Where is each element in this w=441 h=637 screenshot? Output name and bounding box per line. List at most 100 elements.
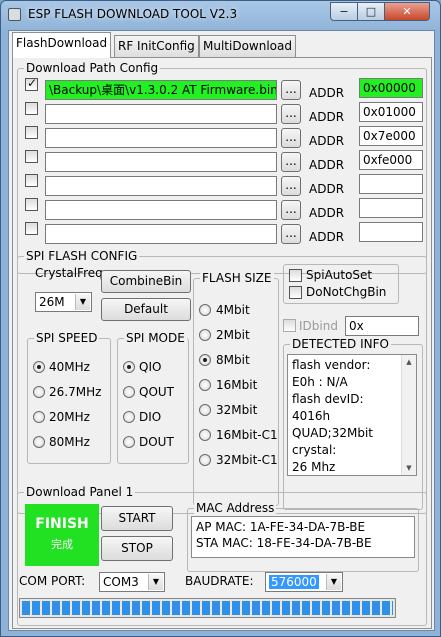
radio-spi-mode-qio[interactable] [123,361,135,373]
stop-button[interactable]: STOP [101,536,173,561]
idbind-checkbox[interactable] [283,319,296,332]
detected-info-title: DETECTED INFO [290,337,391,351]
path-checkbox-7[interactable] [25,222,38,235]
do-not-chg-bin-label: DoNotChgBin [306,285,387,299]
flash-size-title: FLASH SIZE [200,271,274,285]
tab-rf-init-config[interactable]: RF InitConfig [114,35,199,57]
browse-button-3[interactable]: ... [281,128,301,148]
info-scrollbar[interactable]: ▲ ▼ [401,355,416,475]
radio-flash-32mbit-c1[interactable] [199,454,211,466]
radio-flash-16mbit[interactable] [199,379,211,391]
path-checkbox-6[interactable] [25,198,38,211]
crystal-freq-label: CrystalFreq [35,266,103,280]
radio-spi-speed-20mhz[interactable] [33,411,45,423]
title-bar[interactable]: ESP FLASH DOWNLOAD TOOL V2.3 − □ ✕ [1,1,440,29]
spi-flash-config-title: SPI FLASH CONFIG [24,249,140,263]
spi-speed-20mhz-label: 20MHz [49,410,90,424]
scroll-up-icon[interactable]: ▲ [402,355,416,369]
scroll-down-icon[interactable]: ▼ [402,461,416,475]
status-text: FINISH [35,516,89,532]
baudrate-select[interactable]: 576000 ▼ [265,572,343,592]
com-port-value: COM3 [103,575,139,589]
path-input-5[interactable] [45,176,277,196]
app-icon [8,8,21,21]
maximize-button[interactable]: □ [357,2,385,21]
radio-spi-speed-26-7mhz[interactable] [33,386,45,398]
addr-label-4: ADDR [309,158,345,172]
path-input-2[interactable] [45,104,277,124]
client-area: FlashDownload RF InitConfig MultiDownloa… [8,30,435,631]
default-button[interactable]: Default [101,298,191,321]
radio-spi-speed-40mhz[interactable] [33,361,45,373]
flash-32mbit-label: 32Mbit [216,403,258,417]
app-window: ESP FLASH DOWNLOAD TOOL V2.3 − □ ✕ Flash… [0,0,441,637]
path-checkbox-2[interactable] [25,102,38,115]
addr-input-3[interactable]: 0x7e000 [359,126,423,146]
addr-label-7: ADDR [309,230,345,244]
progress-fill [22,601,393,615]
radio-flash-16mbit-c1[interactable] [199,429,211,441]
radio-spi-mode-qout[interactable] [123,386,135,398]
spi-mode-qout-label: QOUT [139,385,175,399]
spi-speed-80mhz-label: 80MHz [49,435,90,449]
spi-speed-26-7mhz-label: 26.7MHz [49,385,102,399]
path-checkbox-1[interactable] [25,76,38,91]
addr-input-2[interactable]: 0x01000 [359,102,423,122]
ap-mac-line: AP MAC: 1A-FE-34-DA-7B-BE [196,520,366,534]
browse-button-1[interactable]: ... [281,80,301,100]
addr-label-5: ADDR [309,182,345,196]
addr-input-7[interactable] [359,222,423,242]
do-not-chg-bin-checkbox[interactable] [289,286,302,299]
path-checkbox-5[interactable] [25,174,38,187]
browse-button-4[interactable]: ... [281,152,301,172]
mac-address-box[interactable]: AP MAC: 1A-FE-34-DA-7B-BE STA MAC: 18-FE… [191,516,415,558]
addr-input-6[interactable] [359,198,423,218]
browse-button-2[interactable]: ... [281,104,301,124]
detected-info-box[interactable]: flash vendor: E0h : N/A flash devID: 401… [287,354,417,476]
browse-button-7[interactable]: ... [281,224,301,244]
tab-flash-download[interactable]: FlashDownload [12,32,112,58]
spi-auto-set-checkbox[interactable] [289,269,302,282]
mac-address-title: MAC Address [194,501,277,515]
info-line: 4016h [292,409,331,423]
start-button[interactable]: START [101,506,173,531]
crystal-freq-value: 26M [39,295,65,309]
tab-multi-download[interactable]: MultiDownload [199,35,296,57]
spi-mode-dio-label: DIO [139,410,162,424]
radio-spi-speed-80mhz[interactable] [33,436,45,448]
addr-input-5[interactable] [359,174,423,194]
spi-speed-40mhz-label: 40MHz [49,360,90,374]
path-input-4[interactable] [45,152,277,172]
radio-spi-mode-dout[interactable] [123,436,135,448]
path-input-3[interactable] [45,128,277,148]
status-indicator: FINISH 完成 [25,504,99,566]
path-input-6[interactable] [45,200,277,220]
radio-flash-32mbit[interactable] [199,404,211,416]
addr-label-2: ADDR [309,110,345,124]
com-port-select[interactable]: COM3 ▼ [99,572,165,592]
browse-button-6[interactable]: ... [281,200,301,220]
close-button[interactable]: ✕ [384,2,430,21]
addr-input-1[interactable]: 0x00000 [359,78,423,98]
info-line: E0h : N/A [292,375,348,389]
baudrate-value: 576000 [269,575,319,589]
combine-bin-button[interactable]: CombineBin [101,270,191,293]
spi-speed-title: SPI SPEED [34,331,100,345]
com-port-label: COM PORT: [19,574,86,588]
path-checkbox-4[interactable] [25,150,38,163]
download-path-title: Download Path Config [24,61,161,75]
path-checkbox-3[interactable] [25,126,38,139]
flash-2mbit-label: 2Mbit [216,328,250,342]
addr-input-4[interactable]: 0xfe000 [359,150,423,170]
idbind-input[interactable]: 0x [345,316,419,336]
crystal-freq-select[interactable]: 26M ▼ [35,292,92,312]
radio-spi-mode-dio[interactable] [123,411,135,423]
browse-button-5[interactable]: ... [281,176,301,196]
flash-16mbit-c1-label: 16Mbit-C1 [216,428,278,442]
radio-flash-2mbit[interactable] [199,329,211,341]
path-input-1[interactable]: \Backup\桌面\v1.3.0.2 AT Firmware.bin [45,80,277,100]
radio-flash-8mbit[interactable] [199,354,211,366]
minimize-button[interactable]: − [330,2,358,21]
path-input-7[interactable] [45,224,277,244]
radio-flash-4mbit[interactable] [199,304,211,316]
